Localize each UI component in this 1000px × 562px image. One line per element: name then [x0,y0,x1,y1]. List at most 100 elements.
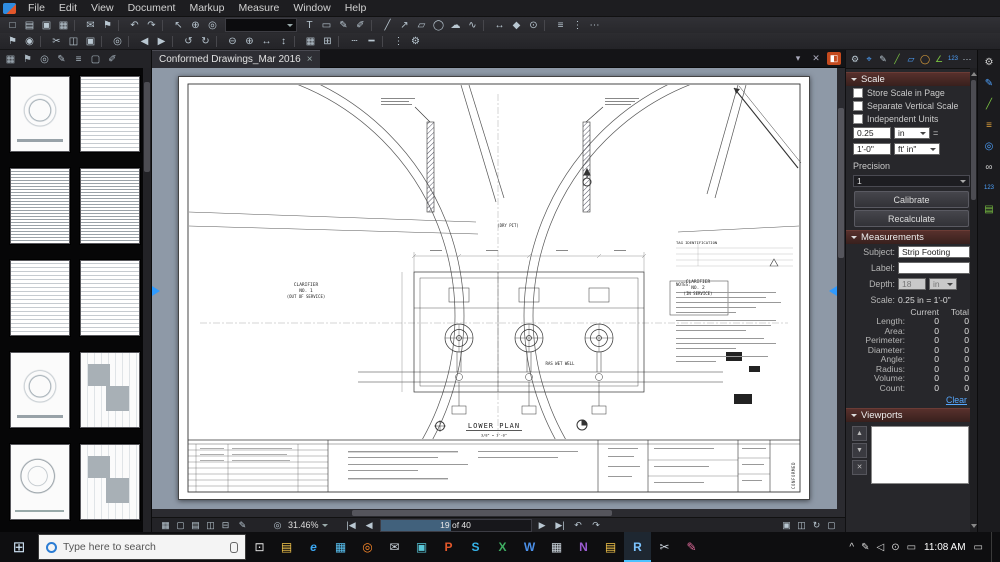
scale-section-header[interactable]: Scale [846,72,977,86]
print-icon[interactable]: ▦ [55,18,72,32]
next-view-button[interactable]: ↷ [589,519,604,532]
line-weight-icon[interactable]: ━ [363,34,380,48]
panel-scrollbar[interactable] [970,68,977,532]
grid-icon[interactable]: ▦ [302,34,319,48]
menu-item[interactable]: Help [338,1,374,15]
close-document-icon[interactable]: ✕ [809,52,823,65]
file-explorer-icon[interactable]: ▤ [273,532,300,562]
highlighter-tool-icon[interactable]: ✐ [352,18,369,32]
measurements-panel-icon[interactable]: ╱ [981,96,998,112]
undo-icon[interactable]: ↶ [126,18,143,32]
fullscreen-icon[interactable]: ▢ [824,519,839,532]
polyline-tool-icon[interactable]: ∿ [464,18,481,32]
thumbnails-toggle-icon[interactable]: ▦ [158,519,173,532]
page-thumbnail[interactable] [80,168,140,244]
page-thumbnail[interactable] [10,444,70,520]
clear-link[interactable]: Clear [846,393,977,405]
markups-list-panel-icon[interactable]: ≡ [981,117,998,133]
fit-page-icon[interactable]: ↕ [275,34,292,48]
new-document-icon[interactable]: □ [4,18,21,32]
search-panel-icon[interactable]: ◎ [36,52,53,67]
split-vertical-icon[interactable]: ◫ [203,519,218,532]
pin-icon[interactable]: ◉ [21,34,38,48]
select-tool-icon[interactable]: ↖ [170,18,187,32]
scale-unit-select[interactable]: in [894,127,930,139]
links-panel-icon[interactable]: ∞ [981,159,998,175]
word-icon[interactable]: W [516,532,543,562]
pen-icon[interactable]: ✎ [876,52,890,66]
skype-icon[interactable]: S [462,532,489,562]
spaces-panel-icon[interactable]: ▢ [87,52,104,67]
copy-icon[interactable]: ◫ [65,34,82,48]
single-page-icon[interactable]: ▢ [173,519,188,532]
compare-icon[interactable]: ◫ [794,519,809,532]
firefox-icon[interactable]: ◎ [354,532,381,562]
store-icon[interactable]: ▦ [327,532,354,562]
calibrate-button[interactable]: Calibrate [854,191,969,208]
paint-icon[interactable]: ✎ [678,532,705,562]
battery-icon[interactable]: ▭ [907,542,916,553]
excel-icon[interactable]: X [489,532,516,562]
next-page-button[interactable]: ▶ [535,519,550,532]
cloud-tool-icon[interactable]: ☁ [447,18,464,32]
snip-icon[interactable]: ✂ [651,532,678,562]
textbox-tool-icon[interactable]: ▭ [318,18,335,32]
viewport-down-button[interactable]: ▼ [852,443,867,458]
next-page-icon[interactable]: ▶ [153,34,170,48]
page-thumbnail[interactable] [80,444,140,520]
signatures-panel-icon[interactable]: ✐ [104,52,121,67]
line-tool-icon[interactable]: ╱ [379,18,396,32]
length-icon[interactable]: ╱ [890,52,904,66]
previous-view-button[interactable]: ↶ [571,519,586,532]
dash-style-icon[interactable]: ┄ [346,34,363,48]
bookmarks-panel-icon[interactable]: ⚑ [19,52,36,67]
menu-item[interactable]: Markup [182,1,231,15]
markups-panel-icon[interactable]: ✎ [53,52,70,67]
calculator-icon[interactable]: ▦ [543,532,570,562]
continuous-mode-icon[interactable]: ▤ [188,519,203,532]
save-icon[interactable]: ▣ [38,18,55,32]
menu-item[interactable]: Window [286,1,337,15]
first-page-button[interactable]: |◀ [344,519,359,532]
powerpoint-icon[interactable]: P [435,532,462,562]
recalculate-button[interactable]: Recalculate [854,210,969,227]
panel-toggle-icon[interactable]: ◧ [827,52,841,65]
menu-item[interactable]: Document [121,1,183,15]
search-icon[interactable]: ◎ [109,34,126,48]
circle-icon[interactable]: ◯ [918,52,932,66]
viewport-up-button[interactable]: ▲ [852,426,867,441]
list-icon[interactable]: ⋮ [569,18,586,32]
page-thumbnail[interactable] [80,352,140,428]
pen-tray-icon[interactable]: ✎ [861,542,869,553]
paste-icon[interactable]: ▣ [82,34,99,48]
checkbox[interactable] [853,88,863,98]
scale-checkbox-row[interactable]: Separate Vertical Scale [846,99,977,112]
page-thumbnail[interactable] [80,260,140,336]
polygon-icon[interactable]: ▱ [904,52,918,66]
menu-item[interactable]: Edit [52,1,84,15]
snapshot-icon[interactable]: ▣ [779,519,794,532]
count-icon[interactable]: 123 [946,52,960,66]
vertical-scrollbar[interactable] [837,68,845,509]
thumbnails-panel-icon[interactable]: ▦ [2,52,19,67]
layers-panel-icon[interactable]: ▤ [981,201,998,217]
edge-icon[interactable]: e [300,532,327,562]
menu-item[interactable]: View [84,1,121,15]
scale-checkbox-row[interactable]: Store Scale in Page [846,86,977,99]
scale-checkbox-row[interactable]: Independent Units [846,112,977,125]
rotate-cw-icon[interactable]: ↻ [197,34,214,48]
page-thumbnail[interactable] [10,168,70,244]
microphone-icon[interactable] [230,542,238,553]
viewport-close-button[interactable]: ✕ [852,460,867,475]
page-slider[interactable]: 19 of 40 [380,519,532,532]
close-tab-icon[interactable]: × [307,54,313,65]
snap-icon[interactable]: ⊞ [319,34,336,48]
rotate-ccw-icon[interactable]: ↺ [180,34,197,48]
scale-target-unit-select[interactable]: ft' in" [894,143,940,155]
zoom-out-icon[interactable]: ⊖ [224,34,241,48]
zoom-in-icon[interactable]: ⊕ [241,34,258,48]
taskbar-clock[interactable]: 11:08 AM [924,542,966,553]
more-icon[interactable]: ⋯ [960,52,974,66]
checkbox[interactable] [853,101,863,111]
pan-tool-icon[interactable]: ⊕ [187,18,204,32]
